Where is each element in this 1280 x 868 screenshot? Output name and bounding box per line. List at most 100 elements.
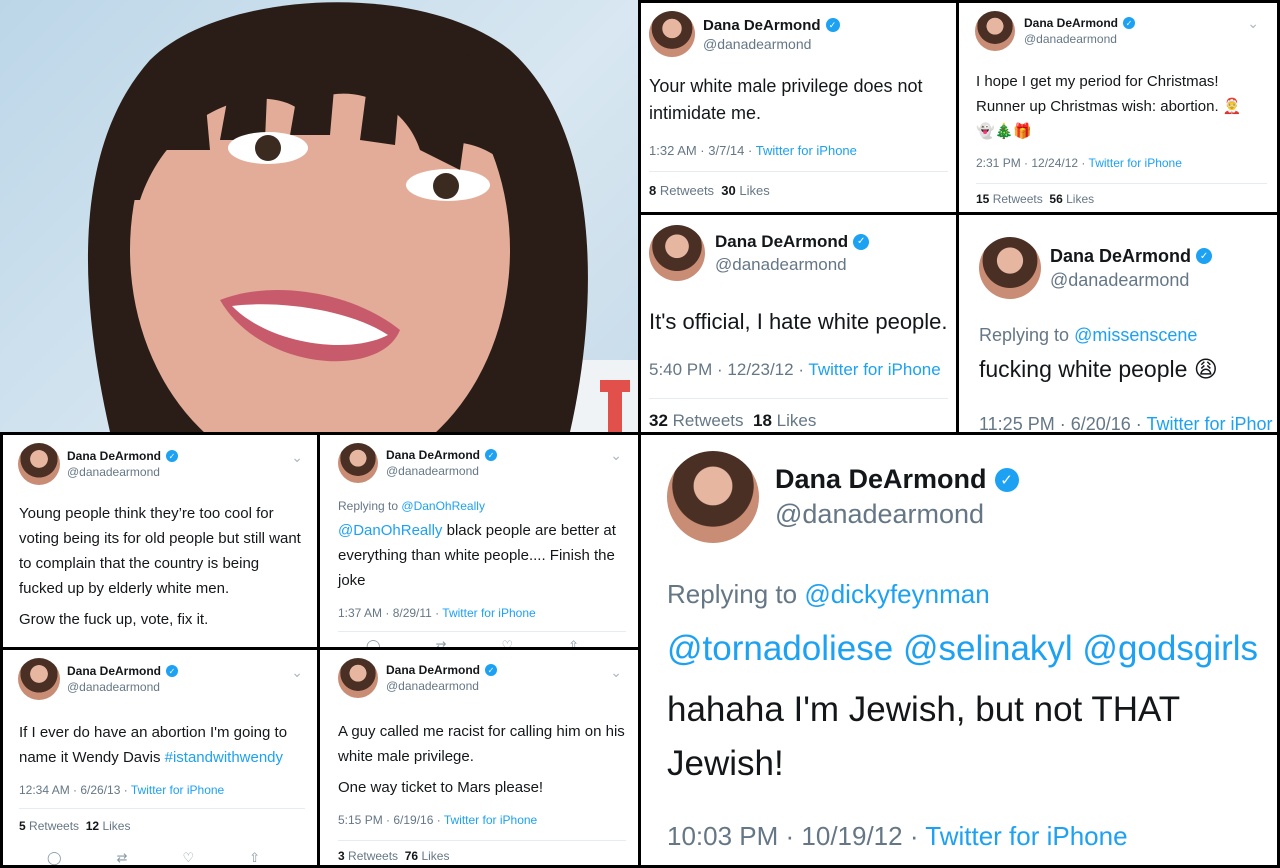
tweet-card-black-people[interactable]: Dana DeArmond ✓ @danadearmond ⌄ Replying … (320, 435, 638, 647)
divider (338, 631, 626, 632)
chevron-down-icon[interactable]: ⌄ (291, 449, 303, 466)
share-icon[interactable]: ⇧ (249, 850, 260, 865)
chevron-down-icon[interactable]: ⌄ (1247, 15, 1259, 32)
tweet-card-jewish[interactable]: Dana DeArmond ✓ @danadearmond Replying to… (641, 435, 1277, 865)
like-count-link[interactable]: 30 Likes (721, 183, 769, 198)
avatar[interactable] (338, 443, 378, 483)
tweet-source[interactable]: Twitter for iPhone (131, 783, 224, 797)
verified-icon: ✓ (485, 664, 498, 676)
tweet-text: Young people think they’re too cool for … (19, 505, 301, 597)
author-name[interactable]: Dana DeArmond (775, 464, 987, 495)
tweet-text: Your white male privilege does not intim… (649, 76, 923, 123)
reply-mention-link[interactable]: @dickyfeynman (804, 579, 989, 609)
tweet-source[interactable]: Twitter for iPhone (808, 360, 940, 379)
reply-icon[interactable]: ◯ (47, 850, 62, 865)
author-handle[interactable]: @danadearmond (67, 465, 178, 479)
avatar[interactable] (338, 658, 378, 698)
avatar[interactable] (18, 658, 60, 700)
tweet-source[interactable]: Twitter for iPhone (756, 143, 857, 158)
tree-emoji-icon: 🎄 (994, 123, 1014, 140)
retweet-count-link[interactable]: 8 Retweets (649, 183, 714, 198)
retweet-count-link[interactable]: 32 Retweets (649, 411, 744, 430)
author-handle[interactable]: @danadearmond (703, 36, 840, 52)
author-name[interactable]: Dana DeArmond (386, 663, 480, 677)
share-icon[interactable]: ⇧ (568, 638, 579, 647)
avatar[interactable] (975, 11, 1015, 51)
author-handle[interactable]: @danadearmond (386, 679, 497, 693)
tweet-source[interactable]: Twitter for iPhone (444, 813, 537, 827)
replying-to-label: Replying to (338, 499, 399, 513)
tweet-text: hahaha I'm Jewish, but not THAT Jewish! (667, 690, 1180, 783)
chevron-down-icon[interactable]: ⌄ (291, 664, 303, 681)
retweet-count-link[interactable]: 3 Retweets (338, 849, 398, 863)
mention-link[interactable]: @DanOhReally (338, 522, 442, 539)
tweet-text-second-paragraph: Grow the fuck up, vote, fix it. (19, 611, 209, 628)
author-name[interactable]: Dana DeArmond (386, 448, 480, 462)
retweet-count-link[interactable]: 5 Retweets (19, 819, 79, 833)
tweet-card-mars[interactable]: Dana DeArmond ✓ @danadearmond ⌄ A guy cal… (320, 650, 638, 865)
retweet-icon[interactable]: ⇄ (117, 850, 128, 865)
like-count-link[interactable]: 18 Likes (753, 411, 816, 430)
tweet-source[interactable]: Twitter for iPhone (1089, 156, 1182, 170)
tweet-text-second-paragraph: One way ticket to Mars please! (338, 779, 544, 796)
tweet-card-official[interactable]: Dana DeArmond ✓ @danadearmond It's offici… (641, 215, 956, 432)
tweet-text: It's official, I hate white people. (649, 309, 948, 334)
reply-icon[interactable]: ◯ (366, 638, 381, 647)
tweet-timestamp[interactable]: 5:40 PM · 12/23/12 (649, 360, 794, 379)
chevron-down-icon[interactable]: ⌄ (610, 664, 622, 681)
verified-icon: ✓ (994, 467, 1019, 492)
gift-emoji-icon: 🎁 (1013, 123, 1033, 140)
tweet-card-young-people[interactable]: Dana DeArmond ✓ @danadearmond ⌄ Young peo… (3, 435, 317, 647)
author-name[interactable]: Dana DeArmond (67, 664, 161, 678)
author-name[interactable]: Dana DeArmond (703, 17, 821, 34)
ghost-emoji-icon: 👻 (976, 123, 995, 140)
author-handle[interactable]: @danadearmond (386, 464, 497, 478)
tweet-timestamp[interactable]: 5:15 PM · 6/19/16 (338, 813, 433, 827)
reply-mention-link[interactable]: @missenscene (1074, 325, 1197, 345)
author-name[interactable]: Dana DeArmond (715, 232, 848, 252)
hashtag-link[interactable]: #istandwithwendy (165, 749, 283, 766)
retweet-icon[interactable]: ⇄ (436, 638, 447, 647)
retweet-count-link[interactable]: 15 Retweets (976, 192, 1043, 206)
tweet-timestamp[interactable]: 11:25 PM · 6/20/16 (979, 414, 1131, 432)
tweet-text: fucking white people (979, 356, 1188, 382)
author-handle[interactable]: @danadearmond (67, 680, 178, 694)
author-name[interactable]: Dana DeArmond (1050, 246, 1191, 267)
tweet-source[interactable]: Twitter for iPhone (442, 606, 535, 620)
like-count-link[interactable]: 12 Likes (86, 819, 131, 833)
tweet-card-christmas[interactable]: Dana DeArmond ✓ @danadearmond ⌄ I hope I … (959, 3, 1277, 212)
avatar[interactable] (649, 11, 695, 57)
avatar[interactable] (667, 451, 759, 543)
divider (338, 840, 626, 841)
tweet-card-abortion[interactable]: Dana DeArmond ✓ @danadearmond ⌄ If I ever… (3, 650, 317, 865)
avatar[interactable] (979, 237, 1041, 299)
tweet-card-fucking-white-people[interactable]: Dana DeArmond ✓ @danadearmond Replying to… (959, 215, 1277, 432)
reply-mention-link[interactable]: @DanOhReally (401, 499, 485, 513)
like-count-link[interactable]: 76 Likes (405, 849, 450, 863)
avatar[interactable] (18, 443, 60, 485)
author-name[interactable]: Dana DeArmond (1024, 16, 1118, 30)
tweet-timestamp[interactable]: 10:03 PM · 10/19/12 (667, 821, 903, 851)
tweet-timestamp[interactable]: 1:37 AM · 8/29/11 (338, 606, 432, 620)
divider (976, 183, 1267, 184)
like-icon[interactable]: ♡ (501, 638, 513, 647)
tweet-text: A guy called me racist for calling him o… (338, 723, 625, 765)
mention-links[interactable]: @tornadoliese @selinakyl @godsgirls (667, 629, 1258, 669)
author-handle[interactable]: @danadearmond (715, 255, 869, 275)
author-handle[interactable]: @danadearmond (775, 499, 1019, 530)
chevron-down-icon[interactable]: ⌄ (610, 447, 622, 464)
santa-emoji-icon: 🤶 (1222, 98, 1242, 115)
tweet-source[interactable]: Twitter for iPhor (1146, 414, 1272, 432)
avatar[interactable] (649, 225, 705, 281)
author-name[interactable]: Dana DeArmond (67, 449, 161, 463)
author-handle[interactable]: @danadearmond (1024, 32, 1135, 46)
like-count-link[interactable]: 56 Likes (1049, 192, 1094, 206)
author-handle[interactable]: @danadearmond (1050, 270, 1212, 291)
tweet-timestamp[interactable]: 2:31 PM · 12/24/12 (976, 156, 1078, 170)
tweet-source[interactable]: Twitter for iPhone (925, 821, 1127, 851)
tweet-timestamp[interactable]: 12:34 AM · 6/26/13 (19, 783, 120, 797)
tweet-timestamp[interactable]: 1:32 AM · 3/7/14 (649, 143, 744, 158)
verified-icon: ✓ (853, 233, 870, 250)
like-icon[interactable]: ♡ (182, 850, 194, 865)
tweet-card-white-privilege[interactable]: Dana DeArmond ✓ @danadearmond Your white … (641, 3, 956, 212)
